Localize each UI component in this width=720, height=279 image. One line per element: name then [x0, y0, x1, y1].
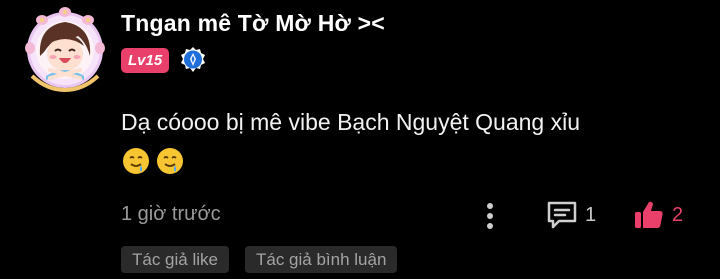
level-badge: Lv15 — [121, 47, 170, 73]
comment-text: Dạ cóooo bị mê vibe Bạch Nguyệt Quang xỉ… — [121, 109, 580, 135]
like-button[interactable]: 2 — [632, 198, 683, 232]
drooling-smile-emoji — [157, 147, 183, 174]
emoji-row — [121, 146, 185, 176]
reply-count: 1 — [585, 203, 597, 226]
comment-meta: 1 giờ trước 1 2 — [121, 201, 701, 229]
timestamp: 1 giờ trước — [121, 203, 221, 225]
comment-icon — [547, 201, 577, 229]
username[interactable]: Tngan mê Tờ Mờ Hờ >< — [121, 10, 385, 37]
avatar-image — [25, 7, 105, 93]
comment-body: Dạ cóooo bị mê vibe Bạch Nguyệt Quang xỉ… — [121, 104, 701, 178]
tag-author-liked: Tác giả like — [121, 246, 229, 273]
drooling-smile-emoji — [123, 147, 149, 174]
comment-tags: Tác giả like Tác giả bình luận — [121, 246, 398, 273]
avatar[interactable] — [22, 6, 108, 93]
tag-author-commented: Tác giả bình luận — [244, 246, 398, 273]
verified-badge-icon — [179, 46, 207, 74]
more-vertical-icon[interactable] — [479, 199, 501, 233]
user-badges: Lv15 — [121, 46, 207, 74]
like-count: 2 — [672, 203, 684, 226]
thumbs-up-icon — [635, 201, 663, 228]
reply-button[interactable]: 1 — [545, 199, 596, 231]
